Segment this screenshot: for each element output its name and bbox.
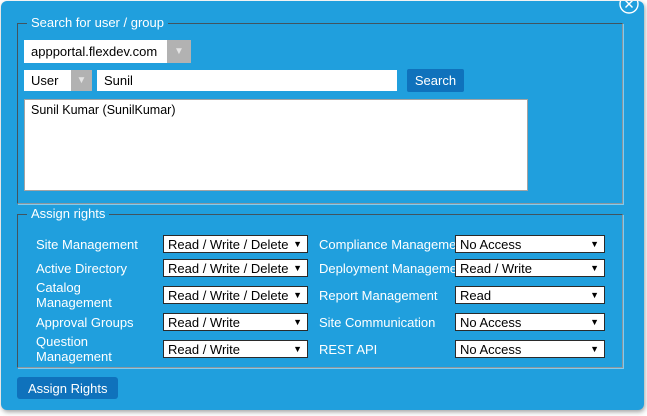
question-management-select-value: Read / Write xyxy=(168,342,240,357)
search-type-dropdown-value: User xyxy=(24,70,71,91)
rest-api-select-value: No Access xyxy=(460,342,521,357)
compliance-management-label: Compliance Management xyxy=(308,237,455,252)
assign-rights-group-box: Assign rights Site Management Read / Wri… xyxy=(17,214,623,368)
site-communication-select-value: No Access xyxy=(460,315,521,330)
site-communication-select[interactable]: No Access ▼ xyxy=(455,313,605,331)
approval-groups-select[interactable]: Read / Write ▼ xyxy=(163,313,308,331)
chevron-down-icon: ▼ xyxy=(590,263,599,273)
deployment-management-label: Deployment Management xyxy=(308,261,455,276)
assign-rights-button[interactable]: Assign Rights xyxy=(17,377,118,399)
catalog-management-select-value: Read / Write / Delete xyxy=(168,288,288,303)
chevron-down-icon: ▼ xyxy=(590,344,599,354)
site-management-label: Site Management xyxy=(36,237,157,252)
chevron-down-icon[interactable]: ▼ xyxy=(167,40,191,63)
report-management-select-value: Read xyxy=(460,288,491,303)
search-input[interactable] xyxy=(97,70,397,91)
approval-groups-select-value: Read / Write xyxy=(168,315,240,330)
domain-dropdown-value: appportal.flexdev.com xyxy=(24,40,167,63)
rest-api-select[interactable]: No Access ▼ xyxy=(455,340,605,358)
search-group-legend: Search for user / group xyxy=(27,15,168,31)
chevron-down-icon: ▼ xyxy=(293,344,302,354)
chevron-down-icon: ▼ xyxy=(293,290,302,300)
site-management-select[interactable]: Read / Write / Delete ▼ xyxy=(163,235,308,253)
chevron-down-icon: ▼ xyxy=(293,263,302,273)
deployment-management-select-value: Read / Write xyxy=(460,261,532,276)
active-directory-select[interactable]: Read / Write / Delete ▼ xyxy=(163,259,308,277)
question-management-select[interactable]: Read / Write ▼ xyxy=(163,340,308,358)
catalog-management-select[interactable]: Read / Write / Delete ▼ xyxy=(163,286,308,304)
report-management-label: Report Management xyxy=(308,288,455,303)
catalog-management-label: Catalog Management xyxy=(36,280,157,310)
assign-rights-legend: Assign rights xyxy=(27,206,109,222)
search-results-list[interactable]: Sunil Kumar (SunilKumar) xyxy=(24,99,528,191)
assign-rights-dialog: Search for user / group appportal.flexde… xyxy=(1,1,644,410)
domain-dropdown[interactable]: appportal.flexdev.com ▼ xyxy=(24,40,191,63)
chevron-down-icon[interactable]: ▼ xyxy=(71,70,92,91)
chevron-down-icon: ▼ xyxy=(293,317,302,327)
chevron-down-icon: ▼ xyxy=(293,239,302,249)
chevron-down-icon: ▼ xyxy=(590,290,599,300)
compliance-management-select[interactable]: No Access ▼ xyxy=(455,235,605,253)
report-management-select[interactable]: Read ▼ xyxy=(455,286,605,304)
active-directory-select-value: Read / Write / Delete xyxy=(168,261,288,276)
deployment-management-select[interactable]: Read / Write ▼ xyxy=(455,259,605,277)
chevron-down-icon: ▼ xyxy=(590,239,599,249)
rest-api-label: REST API xyxy=(308,342,455,357)
rights-grid: Site Management Read / Write / Delete ▼ … xyxy=(36,232,605,364)
search-type-dropdown[interactable]: User ▼ xyxy=(24,70,92,91)
site-communication-label: Site Communication xyxy=(308,315,455,330)
search-button[interactable]: Search xyxy=(407,69,464,92)
close-icon[interactable] xyxy=(618,1,640,15)
list-item[interactable]: Sunil Kumar (SunilKumar) xyxy=(25,100,527,119)
approval-groups-label: Approval Groups xyxy=(36,315,157,330)
site-management-select-value: Read / Write / Delete xyxy=(168,237,288,252)
search-group-box: Search for user / group appportal.flexde… xyxy=(17,23,623,204)
compliance-management-select-value: No Access xyxy=(460,237,521,252)
chevron-down-icon: ▼ xyxy=(590,317,599,327)
question-management-label: Question Management xyxy=(36,334,128,364)
active-directory-label: Active Directory xyxy=(36,261,157,276)
